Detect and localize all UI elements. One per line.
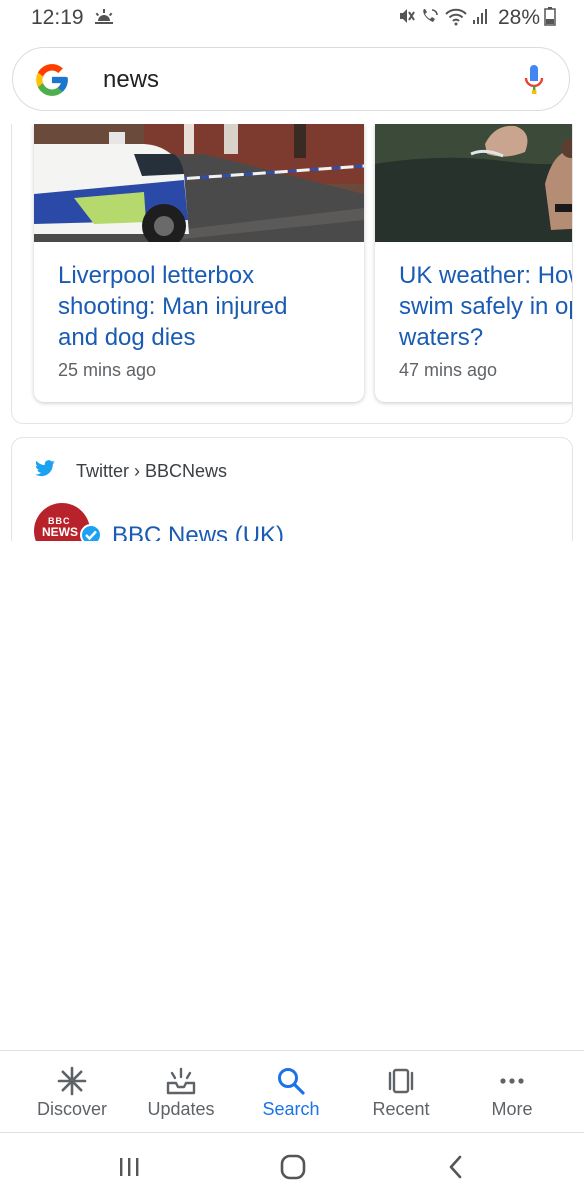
nav-label: Updates [147,1099,215,1119]
news-card[interactable]: UK weather: How swim safely in op waters… [375,124,573,402]
more-dots-icon [454,1065,570,1097]
inbox-icon [123,1065,239,1097]
recent-apps-icon[interactable] [117,1153,141,1186]
headline-line: and dog dies [58,324,196,351]
home-icon[interactable] [279,1153,307,1186]
nav-label: Search [262,1099,320,1119]
nav-label: More [491,1099,533,1119]
nav-search[interactable]: Search [233,1051,349,1133]
wifi-icon [444,6,468,31]
signal-icon [472,7,490,30]
news-timestamp: 47 mins ago [399,360,498,380]
nav-updates[interactable]: Updates [123,1051,239,1133]
search-icon [233,1065,349,1097]
status-icons: 28% [398,5,556,31]
twitter-source-breadcrumb[interactable]: Twitter › BBCNews [76,461,227,482]
news-thumbnail [34,124,364,242]
twitter-account-name[interactable]: BBC News (UK) [112,522,284,541]
weather-sunrise-icon [94,9,114,30]
twitter-card[interactable]: Twitter › BBCNews BBC NEWS BBC News (UK) [11,437,573,541]
system-navigation-bar [0,1132,584,1201]
google-logo-icon[interactable] [33,61,71,104]
news-headline[interactable]: UK weather: How swim safely in op waters… [399,260,573,353]
cards-icon [343,1065,459,1097]
news-headline[interactable]: Liverpool letterbox shooting: Man injure… [58,260,287,353]
news-timestamp: 25 mins ago [58,360,157,380]
status-time: 12:19 [31,6,84,29]
headline-line: swim safely in op [399,293,573,320]
top-stories-carousel: Liverpool letterbox shooting: Man injure… [11,124,573,424]
nav-label: Discover [36,1099,107,1119]
nav-label: Recent [372,1099,430,1119]
back-icon[interactable] [444,1153,468,1186]
headline-line: Liverpool letterbox [58,262,255,289]
wifi-call-icon [420,6,440,31]
verified-badge-icon [80,524,102,541]
twitter-bird-icon [34,460,56,483]
search-input[interactable]: news [103,66,159,94]
headline-line: shooting: Man injured [58,293,288,320]
battery-percent: 28% [497,6,540,29]
news-card[interactable]: Liverpool letterbox shooting: Man injure… [34,124,364,402]
nav-recent[interactable]: Recent [343,1051,459,1133]
microphone-icon[interactable] [523,64,545,101]
news-thumbnail [375,124,572,242]
headline-line: waters? [399,324,484,351]
headline-line: UK weather: How [399,262,573,289]
avatar-text: NEWS [42,525,78,539]
status-bar: 12:19 28% [0,0,584,38]
asterisk-icon [14,1065,130,1097]
mute-icon [398,6,416,31]
battery-icon [544,6,556,31]
nav-more[interactable]: More [454,1051,570,1133]
bottom-navigation: Discover Updates Search Recent More [0,1050,584,1133]
nav-discover[interactable]: Discover [14,1051,130,1133]
search-bar[interactable]: news [12,47,570,111]
